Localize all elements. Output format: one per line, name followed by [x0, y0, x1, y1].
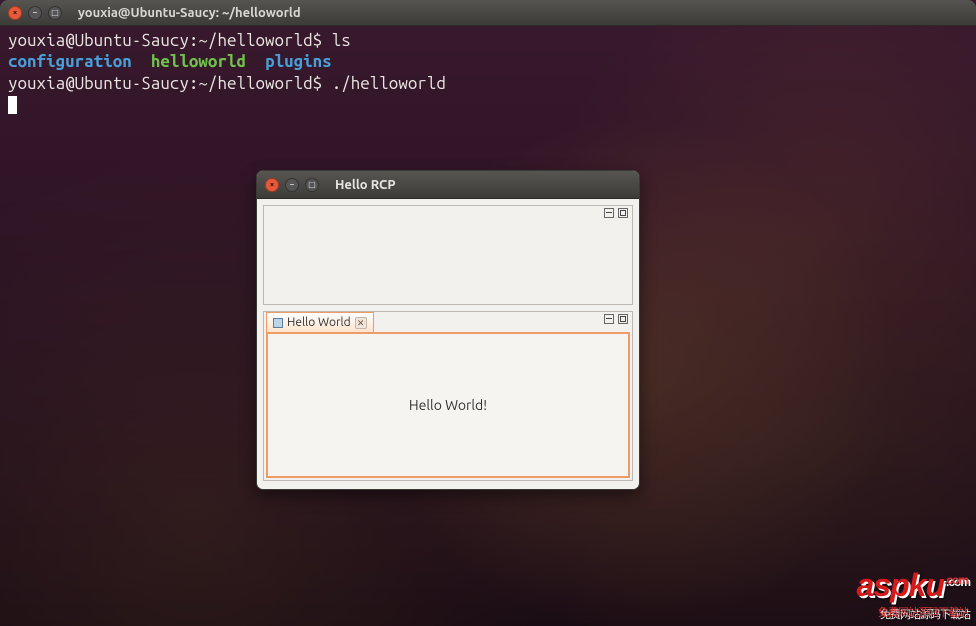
ls-entry-exec: helloworld: [151, 52, 246, 71]
command: ./helloworld: [332, 74, 446, 93]
cursor-icon: [8, 96, 17, 114]
hello-world-label: Hello World!: [409, 397, 487, 413]
panel-controls: [604, 314, 628, 324]
panel-controls: [604, 208, 628, 218]
view-content: Hello World!: [266, 332, 630, 478]
terminal-titlebar[interactable]: × − □ youxia@Ubuntu-Saucy: ~/helloworld: [0, 0, 976, 26]
close-icon[interactable]: ×: [8, 6, 22, 20]
rcp-panel-bottom: Hello World ✕ Hello World!: [263, 311, 633, 481]
panel-maximise-icon[interactable]: [618, 314, 628, 324]
maximise-icon[interactable]: □: [305, 178, 319, 192]
terminal-title: youxia@Ubuntu-Saucy: ~/helloworld: [78, 6, 301, 20]
minimise-icon[interactable]: −: [28, 6, 42, 20]
ls-entry-dir: plugins: [265, 52, 332, 71]
command: ls: [332, 31, 351, 50]
rcp-panel-top: [263, 205, 633, 305]
panel-maximise-icon[interactable]: [618, 208, 628, 218]
watermark-tld: .com: [944, 573, 968, 587]
view-icon: [273, 318, 283, 328]
rcp-title: Hello RCP: [335, 178, 396, 192]
watermark-brand: aspku: [857, 567, 944, 603]
close-icon[interactable]: ×: [265, 178, 279, 192]
prompt: youxia@Ubuntu-Saucy:~/helloworld$: [8, 31, 332, 50]
maximise-icon[interactable]: □: [48, 6, 62, 20]
panel-minimise-icon[interactable]: [604, 314, 614, 324]
rcp-window[interactable]: × − □ Hello RCP Hello World ✕ Hello Worl…: [256, 170, 640, 490]
ls-entry-dir: configuration: [8, 52, 132, 71]
watermark-subtitle: 免费网站源码下载站: [857, 604, 969, 620]
minimise-icon[interactable]: −: [285, 178, 299, 192]
rcp-titlebar[interactable]: × − □ Hello RCP: [257, 171, 639, 199]
watermark: aspku.com 免费网站源码下载站: [857, 567, 969, 620]
rcp-body: Hello World ✕ Hello World!: [257, 199, 639, 487]
panel-minimise-icon[interactable]: [604, 208, 614, 218]
close-view-icon[interactable]: ✕: [355, 317, 367, 329]
view-tab[interactable]: Hello World ✕: [266, 312, 374, 332]
view-tab-label: Hello World: [287, 316, 351, 329]
prompt: youxia@Ubuntu-Saucy:~/helloworld$: [8, 74, 332, 93]
